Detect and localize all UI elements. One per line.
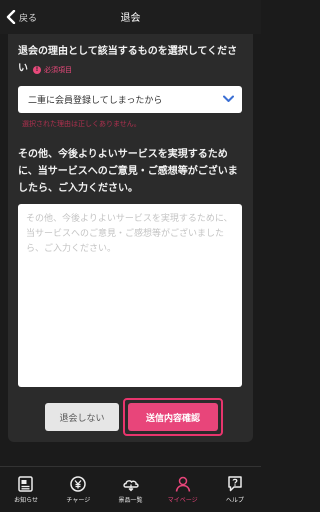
required-badge: ! 必須項目 bbox=[33, 62, 72, 79]
tab-news-label: お知らせ bbox=[14, 497, 39, 504]
opinion-prompt: その他、今後よりよいサービスを実現するために、当サービスへのご意見・ご感想等がご… bbox=[18, 149, 238, 194]
chevron-down-icon bbox=[223, 95, 234, 102]
confirm-submit-button[interactable]: 送信内容確認 bbox=[128, 403, 218, 431]
tab-mypage-label: マイページ bbox=[167, 497, 198, 504]
tab-gifts-label: 景品一覧 bbox=[118, 497, 143, 504]
gift-icon bbox=[122, 480, 139, 492]
reason-select-value: 二重に会員登録してしまったから bbox=[28, 96, 163, 106]
page-title: 退会 bbox=[120, 13, 141, 24]
person-icon bbox=[175, 476, 190, 492]
tab-news[interactable]: お知らせ bbox=[0, 467, 52, 512]
cancel-button[interactable]: 退会しない bbox=[45, 403, 119, 431]
tab-mypage[interactable]: マイページ bbox=[157, 467, 209, 512]
submit-highlight: 送信内容確認 bbox=[123, 398, 223, 436]
tab-gifts[interactable]: 景品一覧 bbox=[104, 467, 156, 512]
tab-help-label: ヘルプ bbox=[225, 497, 244, 504]
help-icon bbox=[228, 476, 242, 492]
charge-icon bbox=[70, 476, 87, 492]
alert-icon: ! bbox=[33, 66, 41, 74]
tab-help[interactable]: ヘルプ bbox=[209, 467, 261, 512]
tab-bar: お知らせ チャージ 景品一覧 マイページ ヘルプ bbox=[0, 466, 261, 512]
top-bar: 戻る 退会 bbox=[0, 0, 261, 34]
tab-charge[interactable]: チャージ bbox=[52, 467, 104, 512]
reason-question: 退会の理由として該当するものを選択してください! 必須項目 bbox=[18, 43, 246, 79]
news-icon bbox=[18, 476, 33, 492]
tab-charge-label: チャージ bbox=[66, 497, 91, 504]
error-message: 選択された理由は正しくありません。 bbox=[22, 120, 141, 128]
required-label: 必須項目 bbox=[44, 65, 72, 74]
reason-select[interactable]: 二重に会員登録してしまったから bbox=[18, 86, 242, 113]
opinion-textarea[interactable] bbox=[18, 204, 242, 387]
